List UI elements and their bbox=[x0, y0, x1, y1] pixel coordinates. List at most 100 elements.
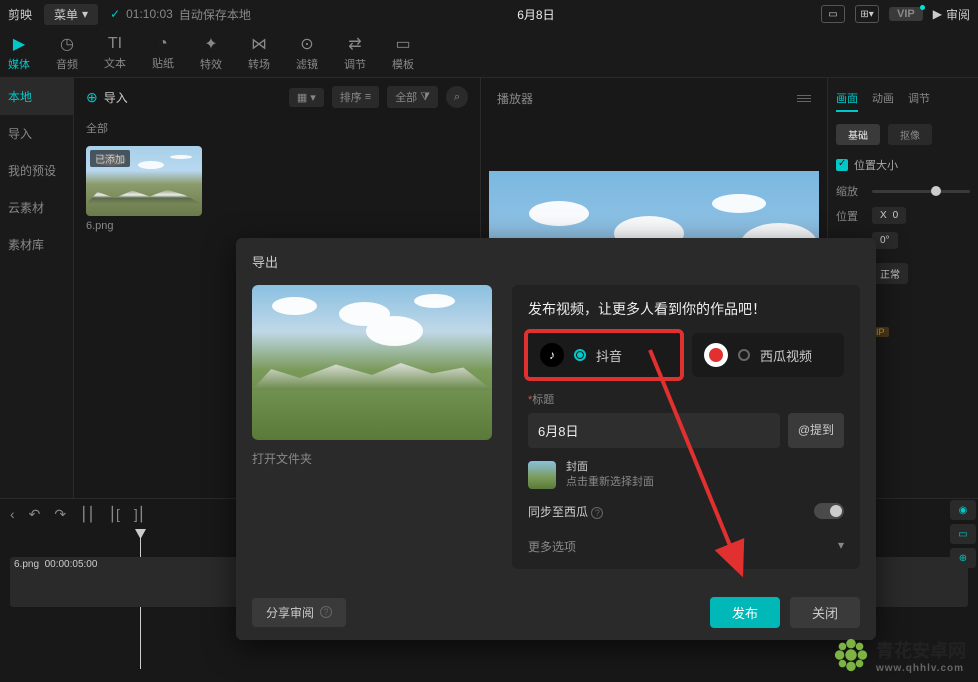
help-icon[interactable]: ? bbox=[320, 606, 332, 618]
import-button[interactable]: ⊕ 导入 bbox=[86, 89, 128, 106]
modal-title: 导出 bbox=[236, 238, 876, 285]
blend-select[interactable]: 正常 bbox=[872, 263, 908, 284]
player-title: 播放器 bbox=[497, 90, 533, 107]
radio-checked-icon bbox=[574, 349, 586, 361]
redo-button[interactable]: ↷ bbox=[54, 506, 66, 523]
douyin-icon: ♪ bbox=[540, 343, 564, 367]
sidebar-library[interactable]: 素材库 bbox=[0, 226, 73, 263]
tab-filter[interactable]: ⊙滤镜 bbox=[296, 34, 318, 72]
sidebar-presets[interactable]: 我的预设 bbox=[0, 152, 73, 189]
back-button[interactable]: ‹ bbox=[10, 506, 15, 522]
vip-badge[interactable]: VIP bbox=[889, 7, 923, 21]
play-box-icon: ▶ bbox=[933, 7, 942, 21]
layout-icon-1[interactable]: ▭ bbox=[821, 5, 845, 23]
watermark-name: 青花安卓网 bbox=[876, 637, 966, 663]
clip-label: 6.png 00:00:05:00 bbox=[14, 559, 97, 570]
transition-icon: ⋈ bbox=[251, 34, 267, 54]
split-left-button[interactable]: ⎮[ bbox=[109, 506, 120, 523]
open-folder-link[interactable]: 打开文件夹 bbox=[252, 450, 492, 467]
platform-xigua[interactable]: 西瓜视频 bbox=[692, 333, 844, 377]
media-item[interactable]: 已添加 6.png bbox=[86, 146, 216, 232]
media-icon: ▶ bbox=[13, 34, 25, 54]
split-right-button[interactable]: ]⎮ bbox=[134, 506, 145, 523]
props-subtab-basic[interactable]: 基础 bbox=[836, 124, 880, 145]
player-menu-button[interactable] bbox=[797, 95, 811, 102]
audio-icon: ◷ bbox=[60, 34, 74, 54]
menu-button[interactable]: 菜单▾ bbox=[44, 4, 98, 25]
share-review-button[interactable]: 分享审阅 ? bbox=[252, 598, 346, 627]
x-input[interactable]: X0 bbox=[872, 207, 906, 224]
project-title: 6月8日 bbox=[251, 6, 821, 23]
checkbox-icon[interactable] bbox=[836, 159, 848, 171]
strip-icon-1[interactable]: ◉ bbox=[950, 500, 976, 520]
effects-icon: ✦ bbox=[204, 34, 217, 54]
filter-icon: ⊙ bbox=[300, 34, 313, 54]
sidebar-local[interactable]: 本地 bbox=[0, 78, 73, 115]
watermark: 青花安卓网 www.qhhlv.com bbox=[832, 636, 966, 674]
strip-icon-3[interactable]: ⊕ bbox=[950, 548, 976, 568]
more-options-button[interactable]: 更多选项 ▾ bbox=[528, 530, 844, 555]
sidebar-cloud[interactable]: 云素材 bbox=[0, 189, 73, 226]
mention-button[interactable]: @提到 bbox=[788, 413, 844, 448]
tab-template[interactable]: ▭模板 bbox=[392, 34, 414, 72]
tab-transition[interactable]: ⋈转场 bbox=[248, 34, 270, 72]
publish-button[interactable]: 发布 bbox=[710, 597, 780, 628]
text-icon: TI bbox=[108, 35, 122, 53]
props-subtab-matting[interactable]: 抠像 bbox=[888, 124, 932, 145]
title-field-label: *标题 bbox=[528, 391, 844, 407]
cover-selector[interactable]: 封面 点击重新选择封面 bbox=[528, 460, 844, 491]
publish-title: 发布视频，让更多人看到你的作品吧！ bbox=[528, 299, 844, 319]
sticker-icon: ◔ bbox=[158, 35, 168, 53]
scale-slider[interactable] bbox=[872, 190, 970, 193]
media-thumbnail: 已添加 bbox=[86, 146, 202, 216]
added-tag: 已添加 bbox=[90, 150, 130, 167]
sync-xigua-label: 同步至西瓜 ? bbox=[528, 503, 603, 520]
split-button[interactable]: ⎮⎮ bbox=[80, 506, 95, 523]
chevron-down-icon: ▾ bbox=[838, 538, 844, 555]
check-icon: ✓ bbox=[110, 7, 120, 21]
sidebar-import[interactable]: 导入 bbox=[0, 115, 73, 152]
review-button[interactable]: ▶ 审阅 bbox=[933, 6, 970, 23]
layout-icon-2[interactable]: ⊞▾ bbox=[855, 5, 879, 23]
radio-icon bbox=[738, 349, 750, 361]
tab-sticker[interactable]: ◔贴纸 bbox=[152, 35, 174, 71]
tab-adjust[interactable]: ⇄调节 bbox=[344, 34, 366, 72]
export-thumbnail bbox=[252, 285, 492, 440]
sort-button[interactable]: 排序 ≡ bbox=[332, 86, 379, 108]
plus-icon: ⊕ bbox=[86, 89, 98, 106]
watermark-url: www.qhhlv.com bbox=[876, 663, 966, 674]
grid-icon: ▦ bbox=[297, 91, 307, 104]
close-button[interactable]: 关闭 bbox=[790, 597, 860, 628]
props-tab-adjust[interactable]: 调节 bbox=[908, 86, 930, 112]
section-position-size[interactable]: 位置大小 bbox=[836, 157, 970, 173]
autosave-status: ✓ 01:10:03 自动保存本地 bbox=[110, 6, 251, 23]
media-tab-all[interactable]: 全部 bbox=[86, 120, 468, 136]
props-tab-picture[interactable]: 画面 bbox=[836, 86, 858, 112]
filter-button[interactable]: 全部 ⧩ bbox=[387, 86, 438, 108]
view-grid-button[interactable]: ▦▾ bbox=[289, 88, 324, 107]
tab-effects[interactable]: ✦特效 bbox=[200, 34, 222, 72]
sync-toggle[interactable] bbox=[814, 503, 844, 519]
search-icon: ⌕ bbox=[454, 91, 460, 104]
search-button[interactable]: ⌕ bbox=[446, 86, 468, 108]
undo-button[interactable]: ↶ bbox=[29, 506, 41, 523]
title-input[interactable]: 6月8日 bbox=[528, 413, 780, 448]
adjust-icon: ⇄ bbox=[348, 34, 361, 54]
media-item-name: 6.png bbox=[86, 220, 216, 232]
cover-thumbnail bbox=[528, 461, 556, 489]
app-logo: 剪映 bbox=[8, 6, 32, 23]
props-tab-animation[interactable]: 动画 bbox=[872, 86, 894, 112]
tab-media[interactable]: ▶媒体 bbox=[8, 34, 30, 72]
platform-douyin[interactable]: ♪ 抖音 bbox=[524, 329, 684, 381]
tab-audio[interactable]: ◷音频 bbox=[56, 34, 78, 72]
xigua-icon bbox=[704, 343, 728, 367]
cover-label: 封面 bbox=[566, 460, 654, 475]
watermark-logo-icon bbox=[832, 636, 870, 674]
strip-icon-2[interactable]: ▭ bbox=[950, 524, 976, 544]
tab-text[interactable]: TI文本 bbox=[104, 35, 126, 71]
chevron-down-icon: ▾ bbox=[82, 7, 88, 21]
position-label: 位置 bbox=[836, 208, 864, 224]
cover-hint: 点击重新选择封面 bbox=[566, 475, 654, 490]
template-icon: ▭ bbox=[395, 34, 410, 54]
help-icon[interactable]: ? bbox=[591, 507, 603, 519]
